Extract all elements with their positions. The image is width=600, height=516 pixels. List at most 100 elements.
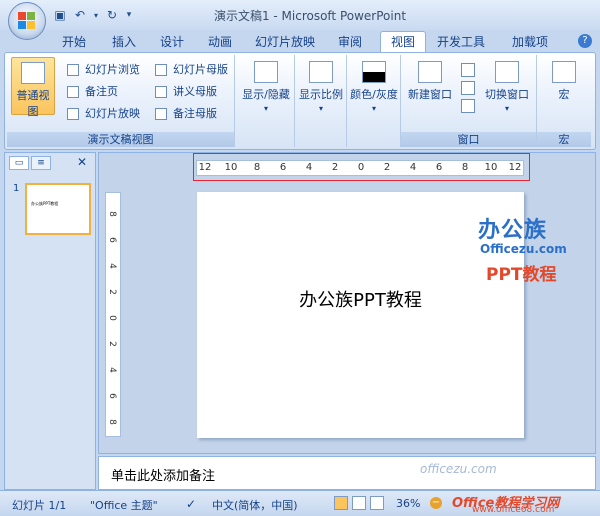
slide-sorter-status-icon[interactable]	[352, 496, 366, 510]
quick-access-toolbar: ▣ ↶ ▾ ↻ ▾	[52, 6, 134, 24]
handout-master-label: 讲义母版	[173, 85, 217, 98]
color-grayscale-label: 颜色/灰度	[350, 88, 398, 101]
new-window-label: 新建窗口	[408, 88, 452, 101]
group-label-macros: 宏	[537, 132, 591, 147]
ribbon: 普通视图 幻灯片浏览 备注页 幻灯片放映 幻灯片母版 讲义母版 备注母版 演示文…	[4, 52, 596, 150]
undo-dropdown-icon[interactable]: ▾	[92, 7, 100, 23]
tab-review[interactable]: 审阅	[330, 32, 370, 52]
zoom-dropdown-icon: ▾	[318, 104, 323, 113]
tab-view[interactable]: 视图	[380, 31, 426, 53]
notes-master-label: 备注母版	[173, 107, 217, 120]
group-label-presentation-views: 演示文稿视图	[7, 132, 234, 147]
ruler-v-label: 2	[106, 341, 117, 347]
watermark-bottom-url: www.office68.com	[472, 505, 555, 515]
spell-check-icon[interactable]: ✓	[186, 497, 196, 511]
switch-window-button[interactable]: 切换窗口 ▾	[481, 61, 533, 113]
notes-pane[interactable]: 单击此处添加备注	[98, 456, 596, 490]
slide-master-button[interactable]: 幻灯片母版	[155, 61, 228, 79]
zoom-icon	[309, 61, 333, 83]
window-title: 演示文稿1 - Microsoft PowerPoint	[213, 9, 407, 23]
ribbon-tabs: 开始 插入 设计 动画 幻灯片放映 审阅 视图 开发工具 加载项 ?	[46, 30, 600, 53]
notes-page-icon	[67, 86, 79, 98]
group-color: 颜色/灰度 ▾	[347, 55, 401, 147]
new-window-button[interactable]: 新建窗口	[405, 61, 455, 102]
notes-master-icon	[155, 108, 167, 120]
move-split-icon[interactable]	[461, 99, 475, 113]
color-grayscale-icon	[362, 61, 386, 83]
zoom-label: 显示比例	[299, 88, 343, 101]
color-dropdown-icon: ▾	[371, 104, 376, 113]
tab-add-ins[interactable]: 加载项	[506, 32, 554, 52]
group-window: 新建窗口 切换窗口 ▾ 窗口	[401, 55, 537, 147]
handout-master-icon	[155, 86, 167, 98]
ruler-v-label: 8	[106, 211, 117, 217]
normal-view-status-icon[interactable]	[334, 496, 348, 510]
tab-home[interactable]: 开始	[54, 32, 94, 52]
zoom-button[interactable]: 显示比例 ▾	[296, 61, 346, 113]
save-icon[interactable]: ▣	[52, 7, 68, 23]
slide-title-text[interactable]: 办公族PPT教程	[197, 286, 524, 312]
slide-thumbnail-text: 办公族PPT教程	[31, 201, 59, 206]
show-hide-button[interactable]: 显示/隐藏 ▾	[239, 61, 293, 113]
notes-page-label: 备注页	[85, 85, 118, 98]
tab-animations[interactable]: 动画	[200, 32, 240, 52]
show-hide-dropdown-icon: ▾	[263, 104, 268, 113]
group-show-hide: 显示/隐藏 ▾	[237, 55, 295, 147]
watermark-brand: 办公族	[478, 218, 548, 243]
handout-master-button[interactable]: 讲义母版	[155, 83, 217, 101]
notes-master-button[interactable]: 备注母版	[155, 105, 217, 123]
ruler-v-label: 2	[106, 289, 117, 295]
slide-sorter-label: 幻灯片浏览	[85, 63, 140, 76]
slide-show-label: 幻灯片放映	[85, 107, 140, 120]
slide-show-button[interactable]: 幻灯片放映	[67, 105, 140, 123]
vertical-ruler: 8 6 4 2 0 2 4 6 8	[105, 192, 121, 437]
slide-canvas[interactable]: 办公族PPT教程	[197, 192, 524, 438]
zoom-out-icon[interactable]: −	[430, 497, 442, 509]
arrange-all-icon[interactable]	[461, 63, 475, 77]
slide-sorter-button[interactable]: 幻灯片浏览	[67, 61, 140, 79]
watermark-notes: officezu.com	[420, 462, 497, 476]
switch-window-dropdown-icon: ▾	[504, 104, 509, 113]
help-icon[interactable]: ?	[578, 34, 592, 48]
ruler-highlight-box	[193, 153, 530, 181]
cascade-icon[interactable]	[461, 81, 475, 95]
ruler-v-label: 6	[106, 237, 117, 243]
tab-developer[interactable]: 开发工具	[434, 32, 488, 52]
group-macros: 宏 宏	[537, 55, 591, 147]
normal-view-button[interactable]: 普通视图	[11, 57, 55, 118]
close-pane-icon[interactable]: ✕	[77, 155, 87, 169]
status-language: 中文(简体，中国)	[212, 499, 298, 512]
tab-insert[interactable]: 插入	[104, 32, 144, 52]
switch-window-label: 切换窗口	[485, 88, 529, 101]
new-window-icon	[418, 61, 442, 83]
color-grayscale-button[interactable]: 颜色/灰度 ▾	[348, 61, 400, 113]
status-slide-count: 幻灯片 1/1	[12, 499, 67, 512]
ruler-v-label: 6	[106, 393, 117, 399]
redo-icon[interactable]: ↻	[104, 7, 120, 23]
slides-tab-icon[interactable]: ▭	[9, 156, 29, 170]
switch-window-icon	[495, 61, 519, 83]
slide-number: 1	[13, 183, 20, 194]
undo-icon[interactable]: ↶	[72, 7, 88, 23]
ruler-v-label: 4	[106, 367, 117, 373]
watermark-subtitle: PPT教程	[486, 265, 557, 285]
show-hide-label: 显示/隐藏	[242, 88, 290, 101]
slide-master-icon	[155, 64, 167, 76]
tab-slide-show[interactable]: 幻灯片放映	[252, 32, 318, 52]
notes-page-button[interactable]: 备注页	[67, 83, 118, 101]
show-hide-icon	[254, 61, 278, 83]
slides-pane: ▭ ≡ ✕ 1 办公族PPT教程	[4, 152, 96, 490]
slide-show-status-icon[interactable]	[370, 496, 384, 510]
macros-button[interactable]: 宏	[541, 61, 587, 102]
macros-button-label: 宏	[558, 88, 570, 101]
customize-qat-icon[interactable]: ▾	[124, 7, 134, 23]
macros-icon	[552, 61, 576, 83]
office-button[interactable]	[8, 2, 46, 40]
outline-tab-icon[interactable]: ≡	[31, 156, 51, 170]
watermark-site: Officezu.com	[480, 242, 567, 256]
notes-placeholder: 单击此处添加备注	[111, 469, 216, 484]
status-bar: 幻灯片 1/1 "Office 主题" ✓ 中文(简体，中国) 36% − Of…	[0, 490, 600, 516]
tab-design[interactable]: 设计	[152, 32, 192, 52]
slide-thumbnail[interactable]: 办公族PPT教程	[25, 183, 91, 235]
slide-master-label: 幻灯片母版	[173, 63, 228, 76]
